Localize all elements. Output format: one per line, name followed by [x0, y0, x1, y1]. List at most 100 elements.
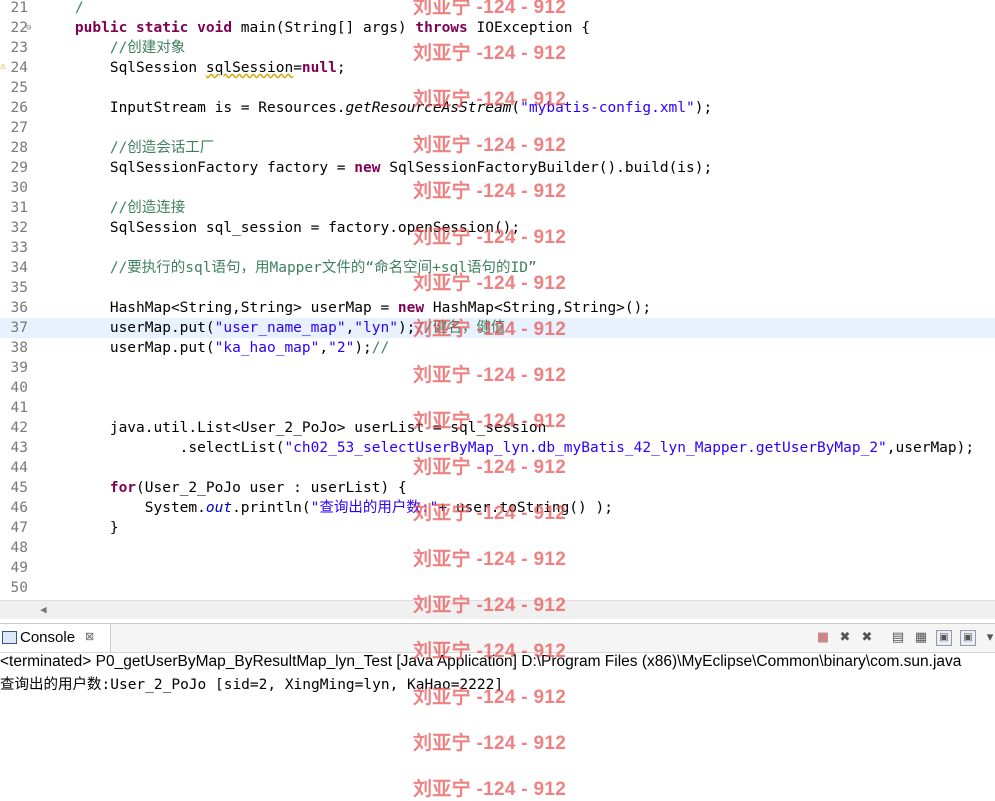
line-number: 48: [10, 540, 28, 556]
code-token: //创造会话工厂: [40, 140, 215, 156]
code-text[interactable]: public static void main(String[] args) t…: [40, 18, 590, 38]
code-token: out: [205, 500, 233, 516]
code-line[interactable]: 45 for(User_2_PoJo user : userList) {: [0, 478, 995, 498]
code-line[interactable]: 22 ⊖ public static void main(String[] arg…: [0, 18, 995, 38]
code-line[interactable]: 42 java.util.List<User_2_PoJo> userList …: [0, 418, 995, 438]
code-text[interactable]: //创造会话工厂: [40, 138, 214, 158]
line-number: 32: [10, 220, 28, 236]
code-token: null: [301, 60, 337, 76]
remove-launch-icon[interactable]: ✖: [837, 630, 853, 646]
line-number: 40: [10, 380, 28, 396]
line-number: 37: [10, 320, 28, 336]
code-token: //要执行的sql语句，用Mapper文件的“命名空间+sql语句的ID”: [40, 260, 537, 276]
line-number: 23: [10, 40, 28, 56]
code-text[interactable]: System.out.println("查询出的用户数:"+ user.toSt…: [40, 498, 613, 518]
code-text[interactable]: InputStream is = Resources.getResourceAs…: [40, 98, 712, 118]
code-token: (User_2_PoJo user : userList) {: [136, 480, 407, 496]
code-text[interactable]: .selectList("ch02_53_selectUserByMap_lyn…: [40, 438, 974, 458]
code-line[interactable]: 34 //要执行的sql语句，用Mapper文件的“命名空间+sql语句的ID”: [0, 258, 995, 278]
code-text[interactable]: //创造连接: [40, 198, 185, 218]
code-line[interactable]: 25: [0, 78, 995, 98]
code-token: userMap.put(: [40, 320, 215, 336]
terminate-icon[interactable]: ■: [815, 630, 831, 646]
code-line[interactable]: 37 userMap.put("user_name_map","lyn");//…: [0, 318, 995, 338]
code-token: IOException {: [467, 20, 591, 36]
code-line[interactable]: 40: [0, 378, 995, 398]
code-token: SqlSessionFactory factory =: [40, 160, 355, 176]
code-token: "查询出的用户数:": [310, 500, 439, 516]
code-text[interactable]: //创建对象: [40, 38, 185, 58]
code-token: =: [293, 60, 302, 76]
code-token: //创建对象: [40, 40, 186, 56]
code-token: );: [694, 100, 713, 116]
code-text[interactable]: HashMap<String,String> userMap = new Has…: [40, 298, 651, 318]
close-icon[interactable]: ⊠: [85, 630, 94, 643]
code-text[interactable]: SqlSession sqlSession=null;: [40, 58, 346, 78]
clear-console-icon[interactable]: ▤: [890, 630, 906, 646]
code-editor[interactable]: 21 /22 ⊖ public static void main(String[]…: [0, 0, 995, 600]
code-line[interactable]: 32 SqlSession sql_session = factory.open…: [0, 218, 995, 238]
code-token: /: [40, 0, 84, 16]
code-line[interactable]: 47 }: [0, 518, 995, 538]
scroll-lock-icon[interactable]: ▦: [913, 630, 929, 646]
code-line[interactable]: 50: [0, 578, 995, 598]
code-text[interactable]: userMap.put("user_name_map","lyn");//健名，…: [40, 318, 506, 338]
console-view-toolbar: Console ⊠ ■ ✖ ✖ ▤ ▦ ▣ ▣ ▾: [0, 623, 995, 653]
open-console-icon[interactable]: ▾: [982, 630, 995, 646]
tab-console[interactable]: Console ⊠: [0, 624, 111, 652]
code-text[interactable]: /: [40, 0, 84, 18]
code-line[interactable]: 39: [0, 358, 995, 378]
line-number: 28: [10, 140, 28, 156]
code-line[interactable]: 24 ⚠ SqlSession sqlSession=null;: [0, 58, 995, 78]
code-line[interactable]: 23 //创建对象: [0, 38, 995, 58]
code-line[interactable]: 29 SqlSessionFactory factory = new SqlSe…: [0, 158, 995, 178]
remove-all-terminated-icon[interactable]: ✖: [859, 630, 875, 646]
code-text[interactable]: }: [40, 518, 119, 538]
watermark-text: 刘亚宁 -124 - 912: [413, 779, 567, 800]
code-line[interactable]: 44: [0, 458, 995, 478]
console-output[interactable]: 查询出的用户数:User_2_PoJo [sid=2, XingMing=lyn…: [0, 674, 995, 696]
line-number: 35: [10, 280, 28, 296]
horizontal-scrollbar[interactable]: ◀: [0, 600, 995, 619]
code-line[interactable]: 30: [0, 178, 995, 198]
code-text[interactable]: SqlSessionFactory factory = new SqlSessi…: [40, 158, 712, 178]
code-line[interactable]: 33: [0, 238, 995, 258]
code-line[interactable]: 36 HashMap<String,String> userMap = new …: [0, 298, 995, 318]
warning-icon[interactable]: ⚠: [0, 61, 10, 73]
code-line[interactable]: 27: [0, 118, 995, 138]
code-token: );: [354, 340, 372, 356]
code-token: InputStream is = Resources.: [40, 100, 346, 116]
line-number: 29: [10, 160, 28, 176]
code-text[interactable]: userMap.put("ka_hao_map","2");//: [40, 338, 389, 358]
code-text[interactable]: java.util.List<User_2_PoJo> userList = s…: [40, 418, 547, 438]
code-line[interactable]: 43 .selectList("ch02_53_selectUserByMap_…: [0, 438, 995, 458]
line-number: 50: [10, 580, 28, 596]
code-line[interactable]: 28 //创造会话工厂: [0, 138, 995, 158]
code-token: getResourceAsStream: [345, 100, 512, 116]
code-token: main(String[] args): [232, 20, 416, 36]
code-line[interactable]: 21 /: [0, 0, 995, 18]
code-line[interactable]: 35: [0, 278, 995, 298]
code-text[interactable]: //要执行的sql语句，用Mapper文件的“命名空间+sql语句的ID”: [40, 258, 537, 278]
code-token: .println(: [232, 500, 311, 516]
code-line[interactable]: 31 //创造连接: [0, 198, 995, 218]
code-line[interactable]: 48: [0, 538, 995, 558]
code-token: System.: [40, 500, 206, 516]
code-token: );: [397, 320, 416, 336]
code-line[interactable]: 41: [0, 398, 995, 418]
scroll-left-icon[interactable]: ◀: [40, 603, 47, 616]
code-line[interactable]: 38 userMap.put("ka_hao_map","2");//: [0, 338, 995, 358]
code-text[interactable]: SqlSession sql_session = factory.openSes…: [40, 218, 520, 238]
code-text[interactable]: for(User_2_PoJo user : userList) {: [40, 478, 407, 498]
code-line[interactable]: 26 InputStream is = Resources.getResourc…: [0, 98, 995, 118]
code-line[interactable]: 49: [0, 558, 995, 578]
code-token: "lyn": [354, 320, 398, 336]
fold-toggle-icon[interactable]: ⊖: [26, 18, 31, 38]
code-line[interactable]: 46 System.out.println("查询出的用户数:"+ user.t…: [0, 498, 995, 518]
code-token: //健名，健值: [415, 320, 506, 336]
code-token: + user.toString() );: [438, 500, 613, 516]
display-selected-console-icon[interactable]: ▣: [960, 630, 976, 646]
pin-console-icon[interactable]: ▣: [936, 630, 952, 646]
code-token: new: [397, 300, 425, 316]
